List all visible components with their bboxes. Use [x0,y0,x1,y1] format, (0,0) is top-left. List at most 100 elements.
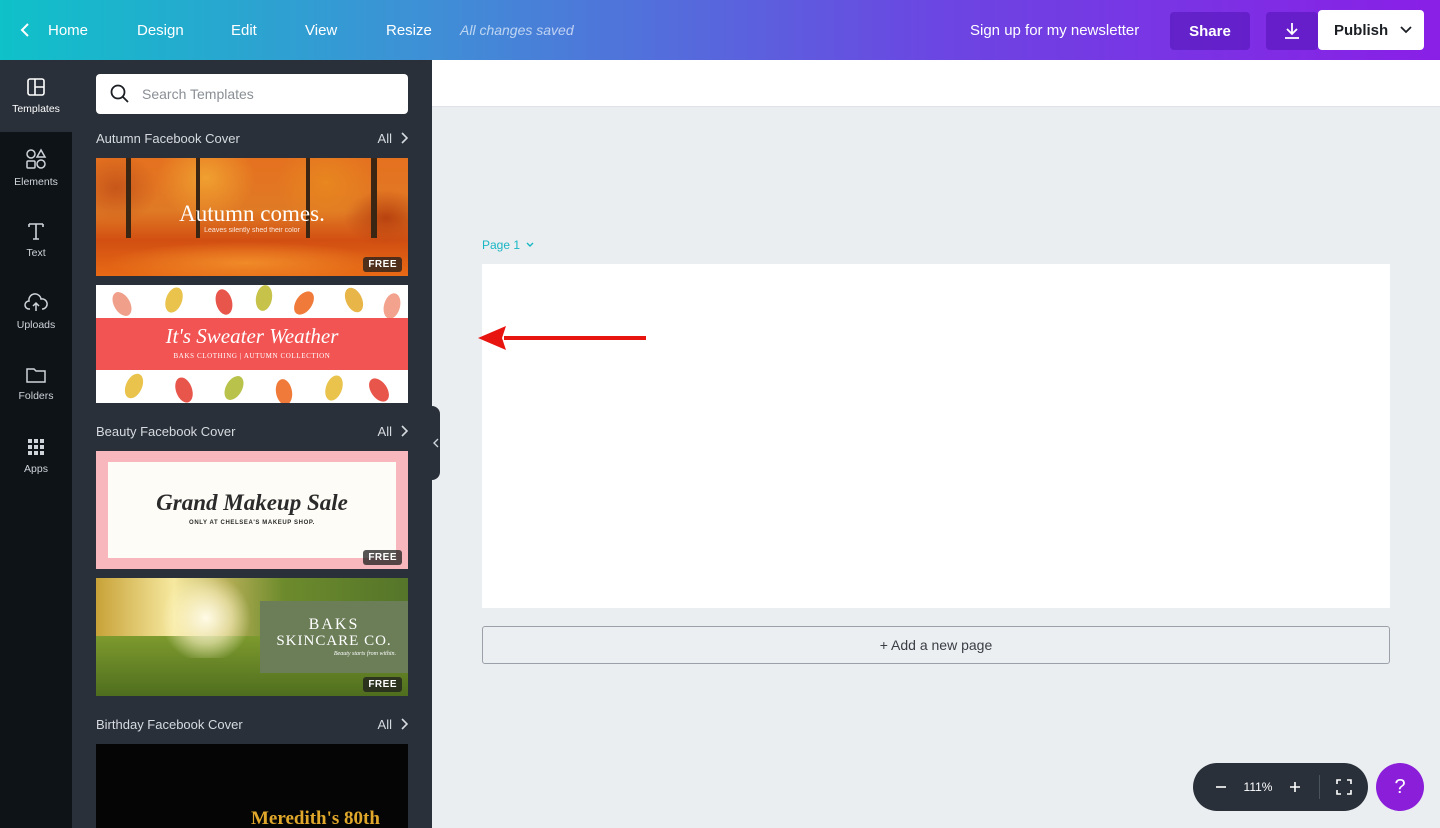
template-title-line2: SKINCARE CO. [276,633,392,649]
leaf-decoration [273,377,295,403]
template-title: Autumn comes. [179,201,325,226]
template-thumb-baks-skincare[interactable]: BAKS SKINCARE CO. Beauty starts from wit… [96,578,408,696]
template-thumb-grand-makeup-sale[interactable]: Grand Makeup Sale ONLY AT CHELSEA'S MAKE… [96,451,408,569]
leaf-decoration [289,287,319,319]
left-rail: Templates Elements Text Uploads Folders … [0,60,72,828]
rail-item-apps[interactable]: Apps [0,420,72,492]
search-icon [110,84,129,103]
template-title: Grand Makeup Sale [156,490,348,515]
chevron-down-icon [526,242,534,247]
rail-item-folders[interactable]: Folders [0,348,72,420]
free-badge: FREE [363,550,402,565]
share-button[interactable]: Share [1170,12,1250,50]
rail-label-apps: Apps [24,463,48,475]
templates-icon [27,78,45,96]
free-badge: FREE [363,257,402,272]
minus-icon [1216,786,1226,788]
view-menu[interactable]: View [305,0,337,60]
add-new-page-button[interactable]: + Add a new page [482,626,1390,664]
chevron-left-icon [20,23,29,37]
zoom-level[interactable]: 111% [1239,780,1277,794]
rail-label-folders: Folders [18,390,54,402]
elements-icon [26,148,47,169]
apps-grid-icon [28,439,44,455]
chevron-right-icon [401,718,408,730]
publish-label: Publish [1334,21,1389,39]
section-header-birthday: Birthday Facebook Cover All [96,714,408,734]
leaf-decoration [341,285,367,316]
leaf-decoration [108,288,136,320]
section-header-beauty: Beauty Facebook Cover All [96,421,408,441]
rail-item-uploads[interactable]: Uploads [0,276,72,348]
page-label-text: Page 1 [482,238,521,252]
document-title[interactable]: Sign up for my newsletter [970,0,1139,60]
rail-item-elements[interactable]: Elements [0,132,72,204]
template-title-line1: BAKS [308,616,360,633]
red-arrow-annotation [478,326,646,350]
chevron-down-icon [1400,26,1412,34]
search-box[interactable] [96,74,408,114]
chevron-left-icon [433,438,439,448]
template-thumb-autumn-comes[interactable]: Autumn comes. Leaves silently shed their… [96,158,408,276]
see-all-link[interactable]: All [378,424,408,439]
publish-button[interactable]: Publish [1318,10,1424,50]
see-all-link[interactable]: All [378,717,408,732]
fullscreen-button[interactable] [1326,769,1362,805]
rail-label-uploads: Uploads [16,319,56,331]
download-icon [1285,23,1299,39]
see-all-label: All [377,716,392,732]
section-header-autumn: Autumn Facebook Cover All [96,128,408,148]
editor-toolbar-area [432,60,1440,107]
leaf-decoration [322,373,346,403]
zoom-out-button[interactable] [1203,769,1239,805]
see-all-link[interactable]: All [378,131,408,146]
search-input[interactable] [140,85,394,103]
collapse-panel-handle[interactable] [432,406,440,480]
leaf-decoration [172,375,196,403]
chevron-right-icon [401,132,408,144]
save-status: All changes saved [460,22,574,38]
divider [1319,775,1320,799]
leaf-decoration [364,374,394,403]
leaf-decoration [121,370,147,402]
rail-item-templates[interactable]: Templates [0,60,72,132]
leaf-decoration [380,291,404,321]
page-label[interactable]: Page 1 [482,238,534,252]
sunlight-glow [156,578,256,658]
rail-label-elements: Elements [14,176,58,188]
template-title: Meredith's 80th [251,808,380,828]
resize-menu[interactable]: Resize [386,0,432,60]
cloud-upload-icon [24,293,48,311]
see-all-label: All [377,423,392,439]
top-bar: Home Design Edit View Resize All changes… [0,0,1440,60]
home-button[interactable]: Home [18,0,88,60]
leaf-decoration [220,372,248,403]
zoom-in-button[interactable] [1277,769,1313,805]
template-subtitle: ONLY AT CHELSEA'S MAKEUP SHOP. [189,520,315,526]
card-background: Grand Makeup Sale ONLY AT CHELSEA'S MAKE… [108,462,396,558]
rail-label-text: Text [26,247,46,259]
rail-label-templates: Templates [12,103,60,115]
section-title: Autumn Facebook Cover [96,130,240,146]
design-page[interactable] [482,264,1390,608]
help-button[interactable]: ? [1376,763,1424,811]
template-subtitle: Beauty starts from within. [333,651,396,657]
template-thumb-meredith-80th[interactable]: Meredith's 80th [96,744,408,828]
section-title: Beauty Facebook Cover [96,423,236,439]
template-subtitle: Leaves silently shed their color [204,227,300,234]
rail-item-text[interactable]: Text [0,204,72,276]
template-title: It's Sweater Weather [165,324,339,348]
download-button[interactable] [1266,12,1318,50]
leaf-decoration [253,285,275,313]
edit-menu[interactable]: Edit [231,0,257,60]
plus-icon [1290,782,1300,792]
home-label: Home [48,21,89,39]
template-thumb-sweater-weather[interactable]: It's Sweater Weather BAKS CLOTHING | AUT… [96,285,408,403]
chevron-right-icon [401,425,408,437]
template-subtitle: BAKS CLOTHING | AUTUMN COLLECTION [173,352,331,360]
zoom-controls: 111% [1193,763,1368,811]
text-icon [28,223,44,240]
section-title: Birthday Facebook Cover [96,716,243,732]
leaf-decoration [212,287,236,317]
design-menu[interactable]: Design [137,0,184,60]
